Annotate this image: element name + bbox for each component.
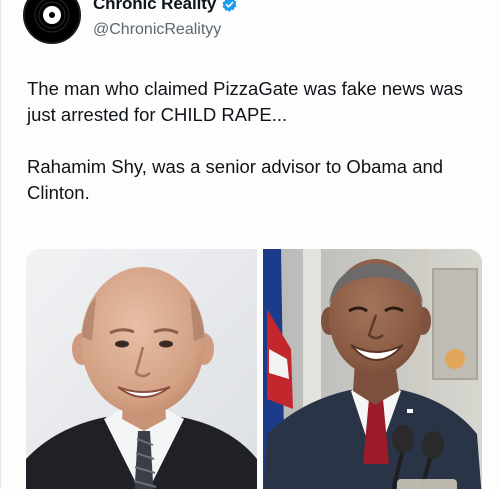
author-handle[interactable]: @ChronicRealityy <box>93 21 221 39</box>
vinyl-record-icon <box>31 0 73 36</box>
author-name-row[interactable]: Chronic Reality <box>93 0 238 14</box>
media-grid <box>26 249 482 489</box>
photo-bald-man-suit[interactable] <box>26 249 257 489</box>
verified-badge-icon <box>221 0 238 13</box>
portrait-illustration <box>26 249 257 489</box>
tweet-text: The man who claimed PizzaGate was fake n… <box>27 76 487 206</box>
author-display-name[interactable]: Chronic Reality <box>93 0 216 14</box>
photo-smiling-man-podium[interactable] <box>263 249 482 489</box>
tweet-paragraph: Rahamim Shy, was a senior advisor to Oba… <box>27 156 444 203</box>
tweet-card[interactable]: Chronic Reality @ChronicRealityy The man… <box>0 0 500 489</box>
portrait-illustration <box>263 249 482 489</box>
tweet-header: Chronic Reality @ChronicRealityy <box>1 0 500 58</box>
tweet-paragraph: The man who claimed PizzaGate was fake n… <box>27 78 463 125</box>
avatar[interactable] <box>23 0 81 44</box>
